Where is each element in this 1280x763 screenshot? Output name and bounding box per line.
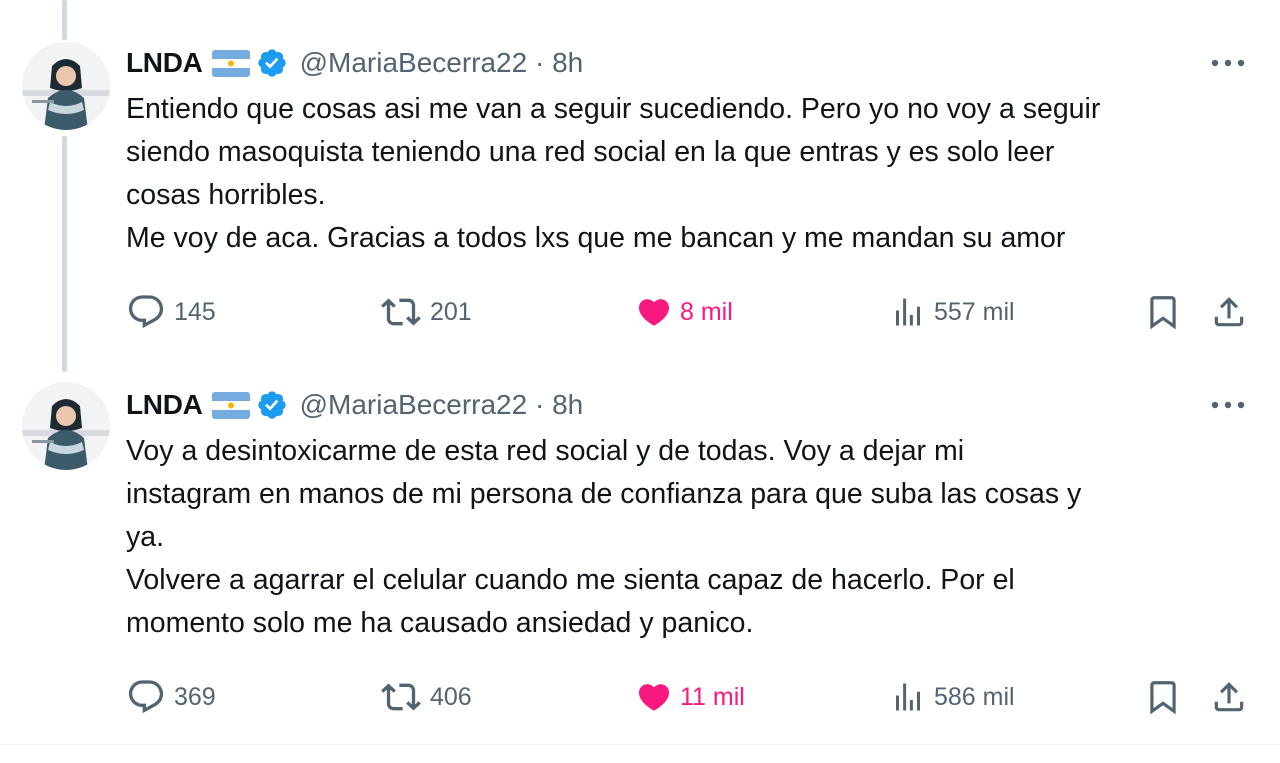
verified-badge-icon[interactable] [256,389,288,421]
argentina-flag-icon [211,49,250,77]
repost-count: 406 [430,682,472,711]
heart-filled-icon [638,684,670,711]
argentina-flag-icon [211,391,250,419]
heart-filled-icon [638,299,670,326]
views-count: 586 mil [934,682,1015,711]
repost-icon [381,298,421,326]
more-dots-icon [1211,401,1245,409]
tweet-text-line: Voy a desintoxicarme de esta red social … [126,435,965,467]
tweet-text-line: Me voy de aca. Gracias a todos lxs que m… [126,222,1066,254]
tweet-text: Entiendo que cosas asi me van a seguir s… [126,88,1256,260]
bookmark-button[interactable] [1144,292,1182,332]
reply-icon [128,295,164,329]
tweet-text-line: Entiendo que cosas asi me van a seguir s… [126,93,1101,125]
repost-icon [381,683,421,711]
views-count: 557 mil [934,297,1015,326]
reply-count: 145 [174,297,216,326]
views-chart-icon [896,683,920,711]
author-handle-time[interactable]: @MariaBecerra22 · 8h [300,47,584,79]
action-bar: 369 406 11 mil 586 mil [0,677,1280,717]
views-chart-icon [896,298,920,326]
repost-button[interactable]: 201 [380,292,472,332]
author-handle-time[interactable]: @MariaBecerra22 · 8h [300,389,584,421]
avatar[interactable] [22,382,110,470]
tweet-thread: LNDA @MariaBecerra22 · 8h Entiendo que c… [0,0,1280,763]
like-button[interactable]: 8 mil [636,292,733,332]
like-count: 8 mil [680,297,733,326]
tweet-text-line: cosas horribles. [126,179,326,211]
more-options-button[interactable] [1206,390,1250,420]
tweet-2[interactable]: LNDA @MariaBecerra22 · 8h Voy a desintox… [0,372,1280,744]
reply-count: 369 [174,682,216,711]
tweet-header: LNDA @MariaBecerra22 · 8h [126,385,583,425]
author-name[interactable]: LNDA [126,47,203,79]
tweet-text-line: momento solo me ha causado ansiedad y pa… [126,607,754,639]
more-options-button[interactable] [1206,48,1250,78]
repost-count: 201 [430,297,472,326]
bookmark-icon [1150,681,1176,715]
verified-badge-icon[interactable] [256,47,288,79]
tweet-header: LNDA @MariaBecerra22 · 8h [126,43,583,83]
more-dots-icon [1211,59,1245,67]
tweet-text-line: ya. [126,521,165,553]
views-button[interactable]: 557 mil [890,292,1015,332]
tweet-text-line: siendo masoquista teniendo una red socia… [126,136,1055,168]
reply-button[interactable]: 145 [126,292,216,332]
tweet-text-line: instagram en manos de mi persona de conf… [126,478,1082,510]
repost-button[interactable]: 406 [380,677,472,717]
reply-button[interactable]: 369 [126,677,216,717]
tweet-1[interactable]: LNDA @MariaBecerra22 · 8h Entiendo que c… [0,0,1280,372]
tweet-text-line: Volvere a agarrar el celular cuando me s… [126,564,1015,596]
reply-icon [128,680,164,714]
views-button[interactable]: 586 mil [890,677,1015,717]
share-icon [1214,297,1244,327]
share-icon [1214,682,1244,712]
like-button[interactable]: 11 mil [636,677,745,717]
bookmark-icon [1150,296,1176,330]
share-button[interactable] [1210,292,1248,332]
bookmark-button[interactable] [1144,677,1182,717]
author-name[interactable]: LNDA [126,389,203,421]
tweet-divider [0,744,1280,745]
share-button[interactable] [1210,677,1248,717]
tweet-text: Voy a desintoxicarme de esta red social … [126,430,1256,645]
like-count: 11 mil [680,682,745,711]
action-bar: 145 201 8 mil 557 mil [0,292,1280,332]
avatar[interactable] [22,42,110,130]
